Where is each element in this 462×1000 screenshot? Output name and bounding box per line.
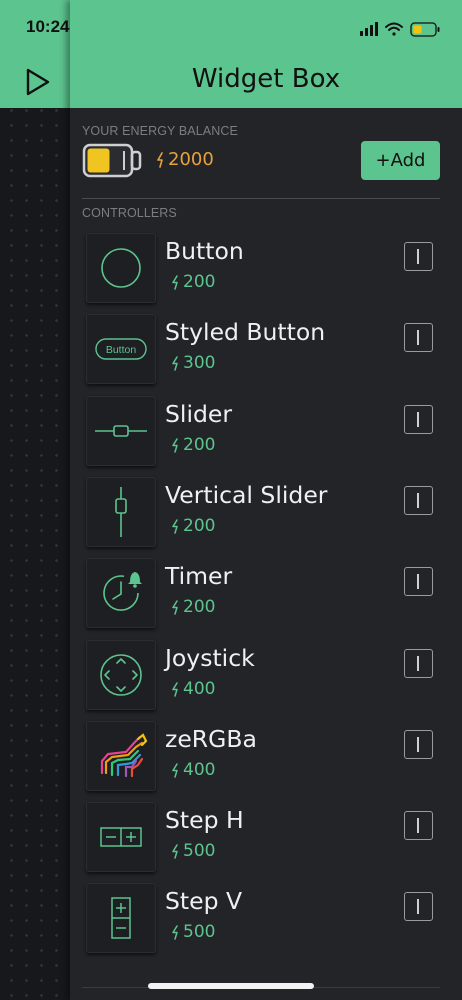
app-header: 10:24 [0, 0, 92, 108]
widget-name: Button [165, 237, 244, 265]
timer-icon [103, 572, 142, 612]
widget-row-step-v[interactable]: Step V 500 [86, 883, 446, 954]
widget-row-zergba[interactable]: zeRGBa 400 [86, 720, 446, 791]
widget-row-vertical-slider[interactable]: Vertical Slider 200 [86, 476, 446, 547]
wifi-icon [385, 22, 403, 36]
info-button[interactable] [404, 485, 433, 515]
widget-thumbnail [86, 802, 156, 873]
info-icon [417, 818, 419, 834]
joystick-icon [100, 653, 142, 696]
widget-name: zeRGBa [165, 724, 257, 753]
energy-bolt-icon [172, 600, 178, 615]
info-icon [417, 899, 419, 915]
widget-box-drawer: Widget Box YOUR ENERGY BALANCE 2000 +Add… [70, 0, 462, 1000]
widget-name: Slider [165, 399, 233, 428]
widget-cost: 200 [183, 597, 216, 618]
info-icon [417, 492, 419, 508]
widget-name: Styled Button [165, 318, 326, 347]
energy-bolt-icon [172, 275, 178, 290]
energy-bolt-icon [172, 437, 178, 453]
energy-bolt-icon [157, 152, 163, 168]
info-button[interactable] [404, 811, 433, 841]
info-icon [417, 411, 419, 427]
energy-bolt-icon [172, 519, 178, 534]
widget-thumbnail [86, 720, 156, 791]
widget-name: Step H [165, 806, 244, 835]
energy-balance-label: YOUR ENERGY BALANCE [82, 124, 238, 138]
widget-cost: 200 [183, 515, 216, 536]
energy-balance-value: 2000 [168, 149, 214, 170]
widget-thumbnail [86, 558, 156, 629]
widget-row-timer[interactable]: Timer 200 [86, 558, 446, 629]
widget-thumbnail [86, 883, 156, 954]
info-icon [417, 574, 419, 590]
widget-name: Joystick [165, 643, 255, 672]
status-icons [360, 22, 440, 37]
widget-cost: 500 [183, 841, 216, 862]
styled-button-icon: Button [95, 338, 147, 360]
energy-bolt-icon [172, 681, 178, 697]
canvas-grid [0, 0, 70, 1000]
play-icon[interactable] [24, 67, 52, 97]
button-circle-icon [101, 248, 141, 288]
info-icon [417, 736, 419, 752]
widget-thumbnail [86, 233, 156, 303]
widget-cost: 500 [183, 922, 216, 943]
section-divider [82, 198, 440, 199]
widget-row-joystick[interactable]: Joystick 400 [86, 639, 446, 710]
energy-bolt-icon [172, 925, 178, 941]
energy-bolt-icon [172, 356, 178, 372]
widget-cost: 300 [183, 353, 216, 374]
home-indicator [148, 983, 314, 989]
widget-row-styled-button[interactable]: Button Styled Button 300 [86, 314, 446, 385]
widget-row-button[interactable]: Button 200 [86, 233, 446, 303]
info-icon [417, 655, 419, 671]
widget-row-slider[interactable]: Slider 200 [86, 395, 446, 466]
info-icon [417, 249, 419, 264]
widget-thumbnail [86, 395, 156, 466]
drawer-header: Widget Box [70, 0, 462, 108]
widget-name: Vertical Slider [165, 480, 328, 509]
step-v-icon [111, 897, 131, 940]
widget-thumbnail: Button [86, 314, 156, 385]
info-button[interactable] [404, 242, 433, 271]
styled-button-icon-text: Button [106, 344, 137, 356]
energy-bolt-icon [172, 844, 178, 859]
info-button[interactable] [404, 567, 433, 597]
battery-icon [410, 22, 440, 37]
widget-name: Timer [165, 562, 233, 591]
widget-row-step-h[interactable]: Step H 500 [86, 802, 446, 873]
widget-cost: 200 [183, 434, 216, 455]
vertical-slider-icon [115, 486, 127, 537]
widget-cost: 400 [183, 678, 216, 699]
info-button[interactable] [404, 323, 433, 353]
controllers-label: CONTROLLERS [82, 206, 177, 220]
widget-cost: 200 [183, 272, 216, 292]
signal-icon [360, 22, 378, 36]
widget-name: Step V [165, 887, 243, 916]
info-icon [417, 330, 419, 346]
add-energy-button[interactable]: +Add [361, 141, 440, 180]
status-time: 10:24 [26, 17, 70, 36]
widget-thumbnail [86, 476, 156, 547]
info-button[interactable] [404, 892, 433, 922]
zebra-icon [100, 733, 148, 777]
info-button[interactable] [404, 648, 433, 678]
energy-battery-icon [82, 143, 142, 178]
energy-bolt-icon [172, 763, 178, 778]
widget-thumbnail [86, 639, 156, 710]
info-button[interactable] [404, 404, 433, 434]
slider-icon [95, 424, 147, 437]
widget-cost: 400 [183, 759, 216, 780]
drawer-title: Widget Box [191, 64, 341, 94]
step-h-icon [100, 827, 142, 847]
info-button[interactable] [404, 729, 433, 759]
